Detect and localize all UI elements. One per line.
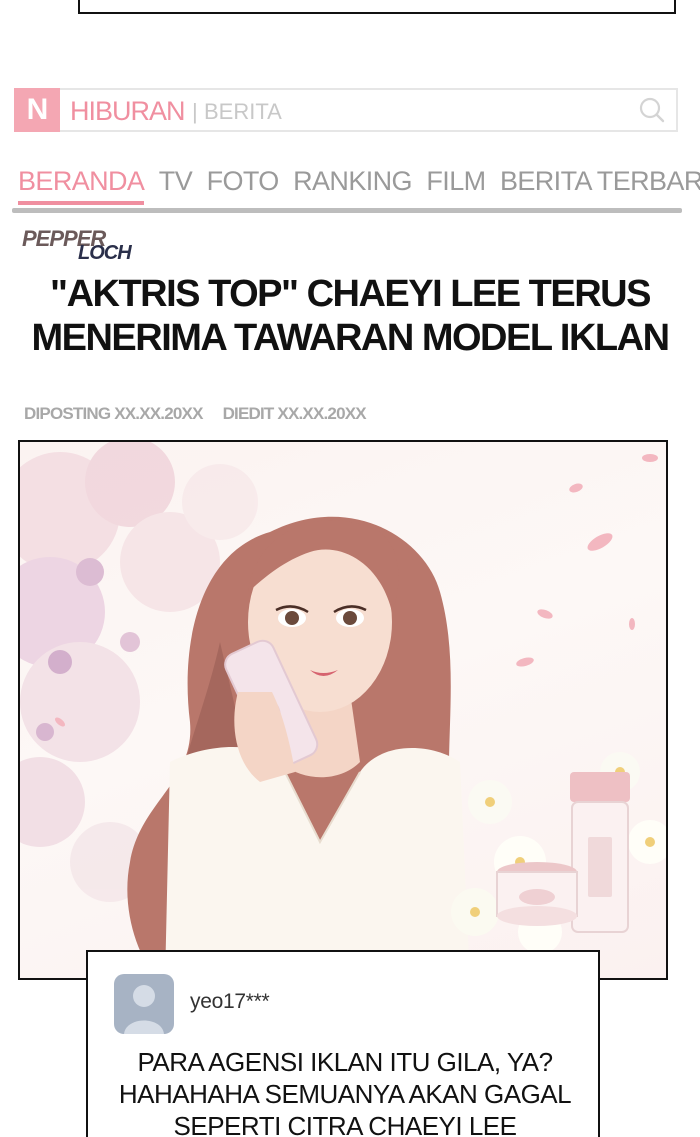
article-headline: "AKTRIS TOP" CHAEYI LEE TERUS MENERIMA T… xyxy=(0,272,700,360)
site-header: N HIBURAN | BERITA xyxy=(14,88,678,132)
article-meta: DIPOSTING XX.XX.20XX DIEDIT XX.XX.20XX xyxy=(24,404,382,424)
user-avatar-icon[interactable] xyxy=(114,974,174,1034)
headline-line-2: MENERIMA TAWARAN MODEL IKLAN xyxy=(31,317,670,359)
site-section[interactable]: BERITA xyxy=(204,99,282,125)
publisher-logo[interactable]: PEPPER LOCH xyxy=(22,226,142,266)
nav-item-film[interactable]: FILM xyxy=(426,166,486,197)
publisher-logo-line2: LOCH xyxy=(78,242,132,264)
nav-item-tv[interactable]: TV xyxy=(159,166,193,197)
search-icon[interactable] xyxy=(638,96,666,124)
previous-panel-frame xyxy=(78,0,676,14)
posted-date: DIPOSTING XX.XX.20XX xyxy=(24,404,203,423)
nav-item-foto[interactable]: FOTO xyxy=(207,166,280,197)
comment-line-3: SEPERTI CITRA CHAEYI LEE xyxy=(173,1111,517,1137)
nav-item-berita-terbaru[interactable]: BERITA TERBARU xyxy=(500,166,700,197)
header-separator: | xyxy=(192,99,198,124)
comment-card: yeo17*** PARA AGENSI IKLAN ITU GILA, YA?… xyxy=(86,950,600,1137)
headline-line-1: "AKTRIS TOP" CHAEYI LEE TERUS xyxy=(50,273,651,315)
site-name[interactable]: HIBURAN xyxy=(70,96,186,127)
site-logo[interactable]: N xyxy=(14,88,60,132)
comment-body: PARA AGENSI IKLAN ITU GILA, YA? HAHAHAHA… xyxy=(88,1046,602,1137)
main-nav: BERANDA TV FOTO RANKING FILM BERITA TERB… xyxy=(18,166,700,205)
comment-username[interactable]: yeo17*** xyxy=(190,990,270,1014)
hero-illustration xyxy=(20,442,666,978)
article-hero-image xyxy=(18,440,668,980)
logo-letter: N xyxy=(26,93,49,126)
nav-item-beranda[interactable]: BERANDA xyxy=(18,166,145,205)
edited-date: DIEDIT XX.XX.20XX xyxy=(222,404,367,423)
comment-line-1: PARA AGENSI IKLAN ITU GILA, YA? xyxy=(137,1047,553,1077)
nav-divider xyxy=(12,208,682,213)
comment-line-2: HAHAHAHA SEMUANYA AKAN GAGAL xyxy=(118,1079,572,1109)
nav-item-ranking[interactable]: RANKING xyxy=(293,166,412,197)
